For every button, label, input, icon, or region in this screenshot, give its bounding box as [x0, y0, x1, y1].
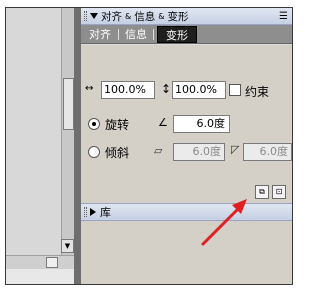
scroll-corner-button[interactable] — [46, 257, 58, 268]
link-icon: & — [125, 11, 132, 21]
vertical-scrollbar[interactable] — [61, 8, 74, 255]
tab-align[interactable]: 对齐 — [85, 26, 115, 43]
stage-bottom-strip — [6, 269, 74, 284]
transform-content: ↔ 100.0% ↕ 100.0% 约束 旋转 ∠ 6.0度 倾斜 ▱ 6.0度… — [81, 45, 292, 203]
reset-transform-icon[interactable]: ⊡ — [272, 185, 286, 199]
scale-width-icon: ↔ — [85, 83, 94, 94]
title-align: 对齐 — [101, 10, 122, 23]
horizontal-scrollbar[interactable] — [6, 255, 74, 269]
skew-horizontal-input[interactable]: 6.0度 — [173, 143, 225, 161]
tab-transform[interactable]: 变形 — [157, 26, 197, 43]
tab-separator — [153, 29, 154, 40]
height-scale-input[interactable]: 100.0% — [172, 81, 226, 99]
expand-triangle-icon[interactable] — [90, 13, 98, 19]
rotate-radio[interactable] — [88, 118, 100, 130]
skew-vertical-input[interactable]: 6.0度 — [243, 143, 292, 161]
tab-separator — [118, 29, 119, 40]
library-panel-header[interactable]: 库 — [81, 203, 292, 221]
rotate-label: 旋转 — [105, 118, 130, 132]
copy-transform-icon[interactable]: ⧉ — [255, 185, 269, 199]
angle-icon: ∠ — [158, 116, 168, 129]
stage-area: ▼ — [6, 8, 74, 284]
scale-height-icon: ↕ — [161, 82, 172, 96]
rotate-input[interactable]: 6.0度 — [173, 115, 230, 133]
transform-actions: ⧉ ⊡ — [81, 185, 292, 201]
panel-titlebar[interactable]: 对齐 & 信息 & 变形 ☰ — [81, 8, 292, 25]
library-label: 库 — [100, 206, 111, 219]
transform-panel-group: 对齐 & 信息 & 变形 ☰ 对齐 信息 变形 ↔ 100.0% ↕ 100.0… — [81, 8, 292, 284]
panel-menu-icon[interactable]: ☰ — [279, 11, 288, 22]
grip-icon[interactable] — [84, 207, 87, 217]
collapsed-triangle-icon[interactable] — [90, 208, 96, 216]
width-scale-input[interactable]: 100.0% — [101, 81, 155, 99]
skew-radio[interactable] — [88, 146, 100, 158]
grip-icon[interactable] — [84, 11, 87, 21]
constrain-label: 约束 — [245, 85, 270, 99]
panel-divider[interactable] — [74, 8, 149, 284]
panel-tabs: 对齐 信息 变形 — [81, 25, 292, 44]
chevron-down-icon: ▼ — [64, 242, 71, 250]
skew-label: 倾斜 — [105, 146, 130, 160]
title-info: 信息 — [134, 10, 156, 23]
title-transform: 变形 — [167, 10, 189, 23]
application-window: ▼ 对齐 & 信息 & 变形 ☰ 对齐 信息 变形 ↔ 100.0% ↕ 100… — [5, 7, 293, 285]
skew-vertical-icon: ◸ — [231, 143, 240, 156]
constrain-checkbox[interactable] — [229, 84, 241, 96]
link-icon: & — [158, 11, 165, 21]
tab-info[interactable]: 信息 — [121, 26, 151, 43]
skew-horizontal-icon: ▱ — [154, 144, 163, 157]
scroll-thumb[interactable] — [63, 78, 74, 130]
panel-empty-area — [81, 221, 292, 284]
scroll-down-button[interactable]: ▼ — [61, 239, 74, 253]
